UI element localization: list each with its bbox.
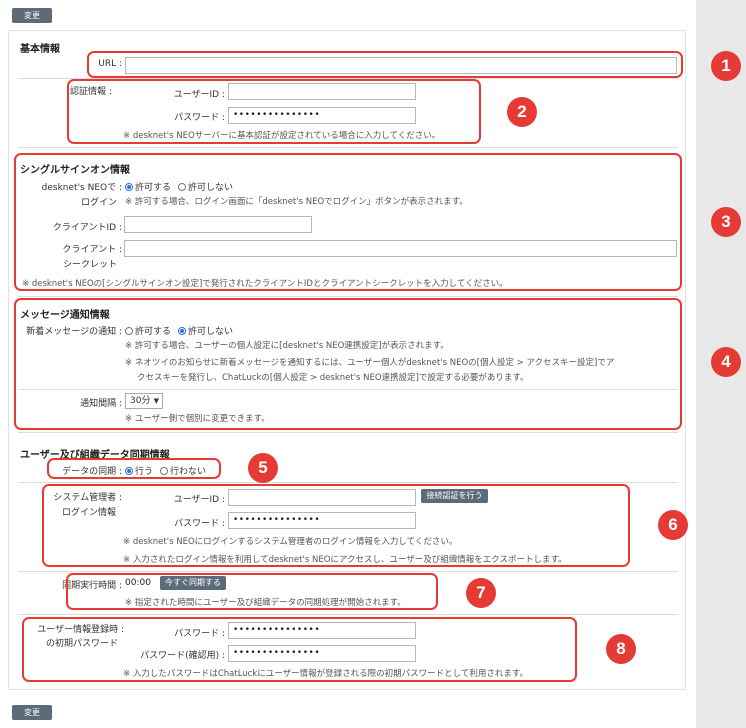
badge-3: 3 <box>711 207 741 237</box>
badge-6: 6 <box>658 510 688 540</box>
separator <box>18 147 678 148</box>
highlight-2 <box>67 79 481 144</box>
separator <box>18 296 678 297</box>
highlight-7 <box>66 573 438 610</box>
change-button-top[interactable]: 変更 <box>12 8 52 23</box>
badge-7: 7 <box>466 578 496 608</box>
highlight-8 <box>22 617 577 682</box>
highlight-4 <box>14 298 682 430</box>
badge-1: 1 <box>711 51 741 81</box>
highlight-5 <box>47 458 221 479</box>
highlight-6 <box>42 484 630 567</box>
separator <box>18 571 678 572</box>
highlight-3 <box>14 153 682 291</box>
basic-section-title: 基本情報 <box>20 44 60 55</box>
badge-2: 2 <box>507 97 537 127</box>
highlight-1 <box>87 51 683 78</box>
badge-8: 8 <box>606 634 636 664</box>
separator <box>18 614 678 615</box>
badge-4: 4 <box>711 347 741 377</box>
change-button-bottom[interactable]: 変更 <box>12 705 52 720</box>
separator <box>18 482 678 483</box>
badge-5: 5 <box>248 453 278 483</box>
separator <box>18 432 678 433</box>
